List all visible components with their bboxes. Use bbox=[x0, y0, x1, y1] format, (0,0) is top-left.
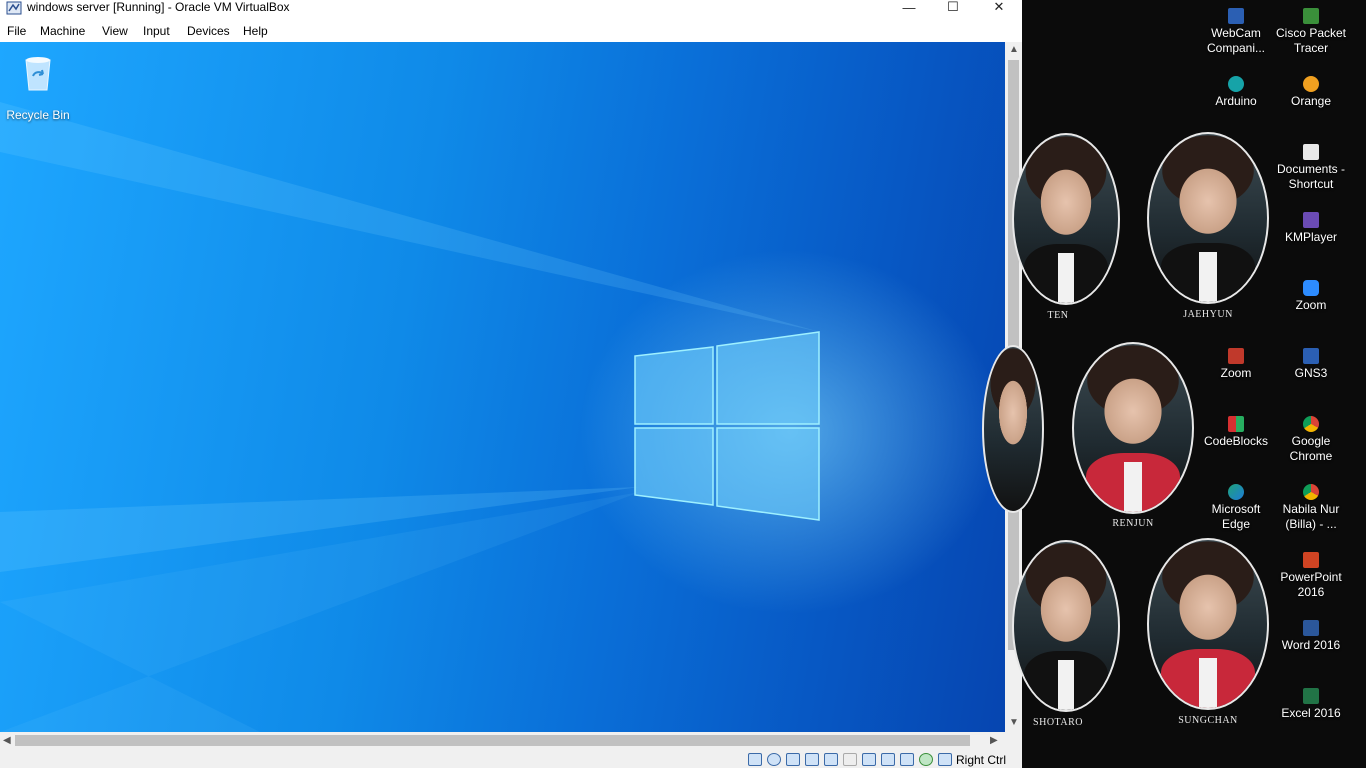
kmplayer-shortcut[interactable]: KMPlayer bbox=[1273, 212, 1349, 245]
scroll-up-arrow-icon[interactable]: ▲ bbox=[1009, 44, 1019, 55]
shortcut-label: Word 2016 bbox=[1281, 638, 1341, 652]
portrait-label-sungchan: SUNGCHAN bbox=[1178, 715, 1238, 726]
portrait-label-renjun: RENJUN bbox=[1112, 518, 1154, 529]
archive-icon bbox=[1228, 348, 1244, 364]
shortcut-label: Microsoft Edge bbox=[1211, 502, 1261, 531]
menu-help[interactable]: Help bbox=[243, 24, 268, 38]
recycle-bin-label: Recycle Bin bbox=[6, 108, 70, 122]
shortcut-label: Documents - Shortcut bbox=[1276, 162, 1346, 191]
kmplayer-icon bbox=[1303, 212, 1319, 228]
codeblocks-shortcut[interactable]: CodeBlocks bbox=[1198, 416, 1274, 449]
chrome-profile-icon bbox=[1303, 484, 1319, 500]
cpu-icon[interactable] bbox=[900, 753, 914, 766]
word-shortcut[interactable]: Word 2016 bbox=[1273, 620, 1349, 653]
packet-tracer-icon bbox=[1303, 8, 1319, 24]
shortcut-label: Google Chrome bbox=[1289, 434, 1333, 463]
audio-icon[interactable] bbox=[786, 753, 800, 766]
powerpoint-icon bbox=[1303, 552, 1319, 568]
gns3-icon bbox=[1303, 348, 1319, 364]
excel-shortcut[interactable]: Excel 2016 bbox=[1273, 688, 1349, 721]
documents-shortcut[interactable]: Documents - Shortcut bbox=[1273, 144, 1349, 192]
shortcut-label: Zoom bbox=[1220, 366, 1252, 380]
optical-drive-icon[interactable] bbox=[767, 753, 781, 766]
zoom-shortcut[interactable]: Zoom bbox=[1273, 280, 1349, 313]
chrome-icon bbox=[1303, 416, 1319, 432]
shortcut-label: Arduino bbox=[1215, 94, 1257, 108]
shortcut-label: PowerPoint 2016 bbox=[1280, 570, 1342, 599]
menu-bar: File Machine View Input Devices Help bbox=[0, 20, 1022, 42]
hard-disk-icon[interactable] bbox=[748, 753, 762, 766]
portrait-renjun bbox=[1072, 342, 1194, 514]
edge-icon bbox=[1228, 484, 1244, 500]
scroll-right-arrow-icon[interactable]: ▶ bbox=[990, 735, 998, 746]
guest-screen[interactable]: Recycle Bin bbox=[0, 42, 1005, 732]
video-capture-icon[interactable] bbox=[881, 753, 895, 766]
shared-folders-icon[interactable] bbox=[843, 753, 857, 766]
menu-devices[interactable]: Devices bbox=[187, 24, 230, 38]
word-icon bbox=[1303, 620, 1319, 636]
window-title: windows server [Running] - Oracle VM Vir… bbox=[27, 0, 290, 14]
shortcut-label: Nabila Nur (Billa) - ... bbox=[1282, 502, 1340, 531]
windows-wallpaper bbox=[0, 102, 820, 732]
host-desktop[interactable]: TEN JAEHYUN RENJUN SHOTARO SUNGCHAN WebC… bbox=[982, 0, 1366, 768]
menu-machine[interactable]: Machine bbox=[40, 24, 85, 38]
usb-icon[interactable] bbox=[824, 753, 838, 766]
display-icon[interactable] bbox=[862, 753, 876, 766]
horizontal-scrollbar[interactable]: ◀ ▶ bbox=[0, 732, 1005, 749]
recycle-bin-icon bbox=[25, 57, 51, 91]
google-chrome-shortcut[interactable]: Google Chrome bbox=[1273, 416, 1349, 464]
portrait-jaehyun bbox=[1147, 132, 1269, 304]
cisco-packet-tracer-shortcut[interactable]: Cisco Packet Tracer bbox=[1273, 8, 1349, 56]
zoom-archive-shortcut[interactable]: Zoom bbox=[1198, 348, 1274, 381]
portrait-label-shotaro: SHOTARO bbox=[1033, 717, 1083, 728]
powerpoint-shortcut[interactable]: PowerPoint 2016 bbox=[1273, 552, 1349, 600]
microsoft-edge-shortcut[interactable]: Microsoft Edge bbox=[1198, 484, 1274, 532]
shortcut-label: CodeBlocks bbox=[1203, 434, 1269, 448]
shortcut-label: Zoom bbox=[1295, 298, 1327, 312]
scroll-left-arrow-icon[interactable]: ◀ bbox=[3, 735, 11, 746]
horizontal-scroll-thumb[interactable] bbox=[15, 735, 970, 746]
webcam-companion-shortcut[interactable]: WebCam Compani... bbox=[1198, 8, 1274, 56]
portrait-shotaro bbox=[1012, 540, 1120, 712]
portrait-partial bbox=[982, 345, 1044, 513]
shortcut-label: Cisco Packet Tracer bbox=[1275, 26, 1347, 55]
host-key-label: Right Ctrl bbox=[956, 753, 1007, 767]
menu-input[interactable]: Input bbox=[143, 24, 170, 38]
maximize-button[interactable]: ☐ bbox=[930, 0, 976, 14]
shortcut-label: KMPlayer bbox=[1284, 230, 1337, 244]
arduino-icon bbox=[1228, 76, 1244, 92]
codeblocks-icon bbox=[1228, 416, 1244, 432]
minimize-button[interactable]: — bbox=[886, 0, 932, 15]
menu-file[interactable]: File bbox=[7, 24, 26, 38]
portrait-label-jaehyun: JAEHYUN bbox=[1183, 309, 1233, 320]
guest-additions-icon[interactable] bbox=[919, 753, 933, 766]
portrait-ten bbox=[1012, 133, 1120, 305]
virtualbox-window: windows server [Running] - Oracle VM Vir… bbox=[0, 0, 1022, 768]
recycle-bin-shortcut[interactable]: Recycle Bin bbox=[6, 50, 70, 122]
nabila-chrome-profile-shortcut[interactable]: Nabila Nur (Billa) - ... bbox=[1273, 484, 1349, 532]
portrait-label-ten: TEN bbox=[1047, 310, 1069, 321]
mouse-integration-icon[interactable] bbox=[938, 753, 952, 766]
close-button[interactable]: ✕ bbox=[976, 0, 1022, 14]
windows-logo bbox=[634, 331, 820, 521]
webcam-icon bbox=[1228, 8, 1244, 24]
portrait-sungchan bbox=[1147, 538, 1269, 710]
shortcut-label: WebCam Compani... bbox=[1206, 26, 1266, 55]
orange-shortcut[interactable]: Orange bbox=[1273, 76, 1349, 109]
document-icon bbox=[1303, 144, 1319, 160]
network-icon[interactable] bbox=[805, 753, 819, 766]
orange-icon bbox=[1303, 76, 1319, 92]
virtualbox-app-icon bbox=[6, 1, 22, 15]
shortcut-label: GNS3 bbox=[1294, 366, 1328, 380]
excel-icon bbox=[1303, 688, 1319, 704]
title-bar[interactable]: windows server [Running] - Oracle VM Vir… bbox=[0, 0, 1022, 20]
menu-view[interactable]: View bbox=[102, 24, 128, 38]
shortcut-label: Orange bbox=[1290, 94, 1332, 108]
arduino-shortcut[interactable]: Arduino bbox=[1198, 76, 1274, 109]
zoom-icon bbox=[1303, 280, 1319, 296]
shortcut-label: Excel 2016 bbox=[1281, 706, 1341, 720]
gns3-shortcut[interactable]: GNS3 bbox=[1273, 348, 1349, 381]
